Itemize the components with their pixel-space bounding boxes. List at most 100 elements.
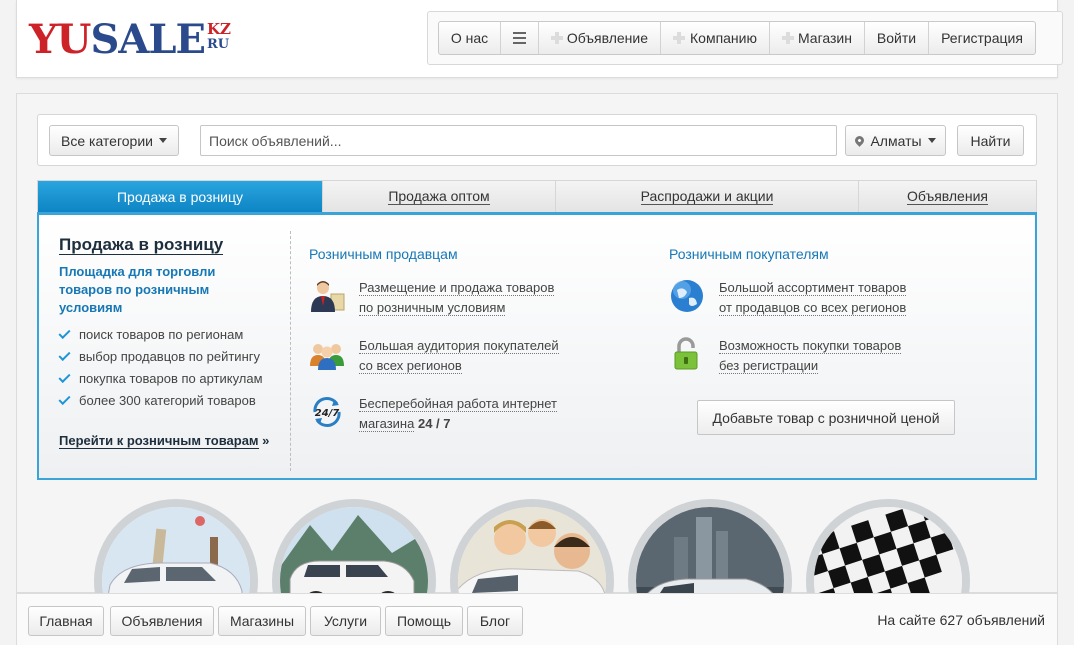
nav-login-button[interactable]: Войти (865, 22, 929, 54)
category-tabs: Продажа в розницу Продажа оптом Распрода… (37, 180, 1037, 213)
feature-line[interactable]: магазина (359, 416, 415, 432)
seller-feature-placement: Размещение и продажа товаров по розничны… (309, 278, 555, 318)
footer-help-button[interactable]: Помощь (385, 606, 463, 636)
seller-feature-uptime: 24/7 Бесперебойная работа интернет магаз… (309, 394, 557, 434)
feature-line[interactable]: со всех регионов (359, 358, 462, 374)
tab-sales-label: Распродажи и акции (640, 188, 774, 205)
chevron-down-icon (927, 138, 936, 143)
menu-icon (513, 32, 526, 44)
footer-ads-button[interactable]: Объявления (110, 606, 214, 636)
footer-link-label: Помощь (396, 613, 452, 629)
tab-ads[interactable]: Объявления (859, 181, 1036, 212)
24-7-icon: 24/7 (313, 397, 341, 427)
site-header: YUSALE KZ RU О нас Объявление Компанию М… (16, 0, 1063, 78)
search-button[interactable]: Найти (957, 125, 1024, 156)
categories-dropdown[interactable]: Все категории (49, 125, 179, 156)
categories-label: Все категории (61, 132, 153, 149)
check-text: более 300 категорий товаров (79, 392, 256, 408)
buyers-heading: Розничным покупателям (669, 246, 829, 262)
tab-wholesale[interactable]: Продажа оптом (323, 181, 556, 212)
retail-goods-link[interactable]: Перейти к розничным товарам » (59, 433, 270, 449)
race-flag-image[interactable] (806, 499, 970, 593)
top-nav-frame: О нас Объявление Компанию Магазин Войти (427, 11, 1063, 65)
panel-subtitle: Площадка для торговли товаров по розничн… (59, 264, 216, 315)
nav-login-label: Войти (876, 30, 917, 46)
buyer-feature-no-registration: Возможность покупки товаров без регистра… (669, 336, 902, 376)
car-travel-image[interactable] (94, 499, 258, 593)
globe-icon (671, 280, 703, 312)
check-icon (58, 326, 71, 339)
feature-line[interactable]: по розничным условиям (359, 300, 506, 316)
feature-text: Большая аудитория покупателей со всех ре… (359, 336, 559, 376)
nav-add-shop-label: Магазин (797, 30, 852, 46)
nav-add-ad-button[interactable]: Объявление (539, 22, 661, 54)
feature-checklist: поиск товаров по регионам выбор продавцо… (58, 323, 263, 411)
feature-line[interactable]: от продавцов со всех регионов (719, 300, 907, 316)
map-pin-icon (853, 134, 867, 147)
feature-line[interactable]: без регистрации (719, 358, 819, 374)
tab-wholesale-label: Продажа оптом (388, 188, 490, 205)
footer-bar: Главная Объявления Магазины Услуги Помощ… (16, 593, 1058, 645)
feature-line[interactable]: Возможность покупки товаров (719, 338, 902, 354)
list-item: более 300 категорий товаров (58, 389, 263, 411)
city-dropdown[interactable]: Алматы (845, 125, 946, 156)
footer-shops-button[interactable]: Магазины (218, 606, 306, 636)
feature-line[interactable]: Бесперебойная работа интернет (359, 396, 557, 412)
nav-menu-button[interactable] (501, 22, 539, 54)
nav-about-button[interactable]: О нас (439, 22, 501, 54)
top-nav: О нас Объявление Компанию Магазин Войти (438, 21, 1036, 55)
businessman-icon (311, 281, 345, 312)
footer-home-button[interactable]: Главная (28, 606, 104, 636)
nav-add-company-button[interactable]: Компанию (661, 22, 770, 54)
nav-add-shop-button[interactable]: Магазин (770, 22, 865, 54)
city-car-image[interactable] (628, 499, 792, 593)
feature-line[interactable]: Размещение и продажа товаров (359, 280, 555, 296)
nav-add-ad-label: Объявление (566, 30, 648, 46)
city-label: Алматы (870, 132, 922, 149)
tab-sales[interactable]: Распродажи и акции (556, 181, 859, 212)
logo-tld-ru: RU (206, 37, 230, 52)
add-retail-product-button[interactable]: Добавьте товар с розничной ценой (697, 400, 955, 435)
site-logo[interactable]: YUSALE KZ RU (29, 16, 231, 66)
nav-register-button[interactable]: Регистрация (929, 22, 1035, 54)
retail-tab-panel: Продажа в розницу Площадка для торговли … (37, 212, 1037, 480)
uptime-label: 24 / 7 (417, 416, 451, 431)
search-button-label: Найти (970, 132, 1011, 149)
check-text: покупка товаров по артикулам (79, 370, 263, 386)
suv-mountains-image[interactable] (272, 499, 436, 593)
link-arrow: » (262, 433, 270, 448)
sellers-heading: Розничным продавцам (309, 246, 458, 262)
retail-summary: Продажа в розницу Площадка для торговли … (39, 231, 291, 471)
nav-add-company-label: Компанию (690, 30, 757, 46)
buyer-feature-assortment: Большой ассортимент товаров от продавцов… (669, 278, 907, 318)
search-bar: Все категории Алматы Найти (37, 114, 1037, 166)
logo-tld-kz: KZ (206, 20, 231, 38)
feature-line[interactable]: Большая аудитория покупателей (359, 338, 559, 354)
svg-text:24/7: 24/7 (315, 408, 340, 419)
panel-title: Продажа в розницу (59, 235, 224, 255)
feature-text: Возможность покупки товаров без регистра… (719, 336, 902, 376)
footer-services-button[interactable]: Услуги (310, 606, 381, 636)
search-input[interactable] (200, 125, 837, 156)
padlock-icon (674, 337, 698, 370)
check-icon (58, 392, 71, 405)
footer-blog-button[interactable]: Блог (467, 606, 523, 636)
feature-text: Большой ассортимент товаров от продавцов… (719, 278, 907, 318)
feature-line[interactable]: Большой ассортимент товаров (719, 280, 907, 296)
promo-circles (17, 497, 1057, 593)
footer-link-label: Блог (479, 613, 511, 629)
logo-domains: KZ RU (206, 20, 231, 53)
logo-text: YUSALE (29, 16, 206, 63)
seller-feature-audience: Большая аудитория покупателей со всех ре… (309, 336, 559, 376)
ads-count: На сайте 627 объявлений (877, 612, 1045, 628)
family-car-image[interactable] (450, 499, 614, 593)
check-icon (58, 370, 71, 383)
check-icon (58, 348, 71, 361)
footer-link-label: Магазины (229, 613, 295, 629)
retail-goods-link-label: Перейти к розничным товарам (59, 433, 259, 449)
plus-icon (673, 32, 685, 44)
footer-link-label: Объявления (121, 613, 203, 629)
nav-register-label: Регистрация (941, 30, 1023, 46)
audience-icon (310, 344, 344, 370)
tab-retail[interactable]: Продажа в розницу (38, 181, 323, 212)
